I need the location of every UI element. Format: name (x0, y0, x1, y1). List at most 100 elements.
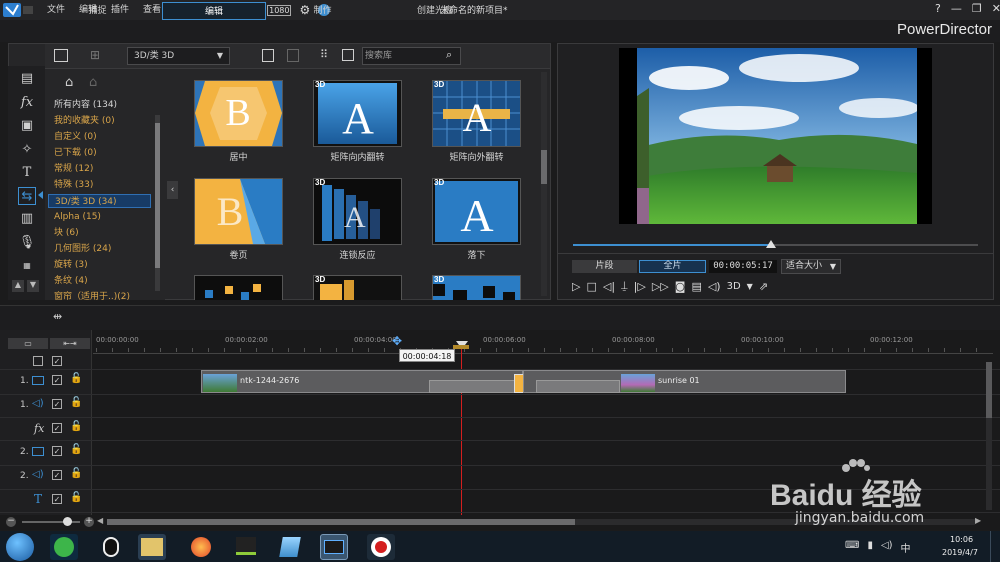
taskbar-app-notes-icon[interactable] (276, 534, 304, 560)
taskbar-app-firefox-icon[interactable] (187, 534, 215, 560)
storyboard-view-button[interactable]: ⇤⇥ (50, 338, 90, 349)
taskbar-app-browser-icon[interactable] (50, 534, 78, 560)
category-downloaded[interactable]: 已下载 (0) (54, 146, 97, 160)
transition-item[interactable]: A 3D 连锁反应 (313, 178, 402, 261)
tab-edit[interactable]: 编辑 (162, 2, 266, 20)
track-enable-checkbox[interactable]: ✓ (52, 423, 62, 433)
transition-item[interactable] (194, 275, 283, 300)
zoom-fit-select[interactable]: 适合大小 ▼ (781, 259, 841, 274)
snapshot-camera-icon[interactable]: ◙ (675, 280, 686, 293)
track-enable-checkbox[interactable]: ✓ (52, 375, 62, 385)
category-rotate[interactable]: 旋转 (3) (54, 258, 88, 272)
transition-item[interactable]: B 卷页 (194, 178, 283, 261)
tab-produce[interactable]: 制作 (290, 2, 355, 20)
category-stripes[interactable]: 条纹 (4) (54, 274, 88, 288)
tab-capture[interactable]: 捕捉 (60, 2, 135, 20)
taskbar-app-explorer-icon[interactable] (138, 534, 166, 560)
transition-item[interactable]: 3D (432, 275, 521, 300)
category-geometric[interactable]: 几何图形 (24) (54, 242, 111, 256)
track-enable-checkbox[interactable]: ✓ (52, 470, 62, 480)
help-button[interactable]: ? (935, 2, 941, 15)
video-clip[interactable]: sunrise 01 (523, 370, 846, 393)
next-frame-icon[interactable]: |▷ (634, 280, 646, 293)
category-3d[interactable]: 3D/类 3D (34) (48, 194, 151, 208)
keyboard-icon[interactable]: ⌨ (845, 540, 859, 555)
category-favorites[interactable]: 我的收藏夹 (0) (54, 114, 115, 128)
play-icon[interactable]: ▷ (572, 280, 580, 293)
transition-room-icon[interactable]: ⇆ (18, 187, 36, 205)
taskbar-app-media-icon[interactable] (232, 534, 260, 560)
network-icon[interactable]: ▮ (867, 540, 873, 555)
add-favorite-tag-icon[interactable]: ⌂ (65, 75, 73, 90)
track-enable-checkbox[interactable] (33, 356, 43, 366)
category-special[interactable]: 特殊 (33) (54, 178, 93, 192)
zoom-slider-thumb-icon[interactable] (63, 517, 72, 526)
category-all[interactable]: 所有内容 (134) (54, 98, 117, 112)
scrubber-thumb-icon[interactable] (766, 240, 776, 248)
voice-over-icon[interactable]: 🎙 (18, 234, 36, 252)
resolution-icon[interactable]: 1080 (267, 4, 292, 16)
particle-room-icon[interactable]: ✧ (18, 141, 36, 159)
minimize-button[interactable]: — (951, 2, 962, 15)
zoom-in-icon[interactable]: + (84, 517, 94, 527)
all-tracks-checkbox[interactable]: ✓ (52, 356, 62, 366)
undock-window-icon[interactable]: ⇗ (759, 280, 768, 293)
lock-icon[interactable]: 🔓 (70, 468, 82, 479)
track-enable-checkbox[interactable]: ✓ (52, 446, 62, 456)
expand-down-icon[interactable]: ▼ (27, 280, 39, 292)
track-enable-checkbox[interactable]: ✓ (52, 494, 62, 504)
timeline-view-button[interactable]: ▭ (8, 338, 48, 349)
title-room-icon[interactable]: T (18, 164, 36, 182)
subtitles-icon[interactable]: ▤ (691, 280, 701, 293)
transition-item[interactable]: A 3D 落下 (432, 178, 521, 261)
category-custom[interactable]: 自定义 (0) (54, 130, 97, 144)
start-button[interactable] (6, 533, 34, 561)
chevron-down-icon[interactable]: ▼ (747, 282, 753, 291)
transition-item[interactable]: 3D (313, 275, 402, 300)
category-select[interactable]: 3D/类 3D ▼ (127, 47, 230, 65)
category-curtain[interactable]: 窗帘（适用于..)(2) (54, 290, 130, 304)
track-enable-checkbox[interactable]: ✓ (52, 399, 62, 409)
preview-3d-toggle[interactable]: 3D (727, 281, 741, 292)
fx-room-icon[interactable]: fx (18, 94, 36, 112)
remove-tag-icon[interactable]: ⌂ (89, 75, 97, 90)
zoom-out-icon[interactable]: − (6, 517, 16, 527)
transition-grid-scrollbar[interactable] (541, 72, 547, 296)
scroll-right-icon[interactable]: ▶ (975, 516, 981, 525)
transition-item[interactable]: B 居中 (194, 80, 283, 163)
pip-room-icon[interactable]: ▣ (18, 117, 36, 135)
audio-mix-icon[interactable]: ▥ (18, 210, 36, 228)
thumbnail-size-icon[interactable] (342, 49, 354, 61)
lock-icon[interactable]: 🔓 (70, 421, 82, 432)
download-icon[interactable] (287, 49, 299, 62)
video-clip[interactable]: ntk-1244-2676 (201, 370, 523, 393)
media-room-icon[interactable]: ▤ (18, 70, 36, 88)
timeline-vertical-scrollbar[interactable] (986, 362, 992, 510)
chapter-room-icon[interactable]: ▦ (18, 257, 36, 275)
split-icon[interactable]: ⍊ (621, 279, 628, 293)
taskbar-app-recorder-icon[interactable] (367, 534, 395, 560)
fast-forward-icon[interactable]: ▷▷ (652, 280, 669, 293)
volume-tray-icon[interactable]: ◁) (881, 540, 893, 555)
transition-item[interactable]: A 3D 矩阵向外翻转 (432, 80, 521, 163)
stop-icon[interactable]: □ (586, 280, 596, 293)
previous-frame-icon[interactable]: ◁| (603, 280, 615, 293)
grid-view-icon[interactable]: ⠿ (320, 48, 328, 61)
category-block[interactable]: 块 (6) (54, 226, 79, 240)
lock-icon[interactable]: 🔓 (70, 373, 82, 384)
scroll-left-icon[interactable]: ◀ (97, 516, 103, 525)
search-icon[interactable]: ⌕ (446, 48, 452, 62)
show-desktop-button[interactable] (990, 531, 1000, 562)
fit-timeline-icon[interactable]: ⇹ (53, 310, 62, 323)
taskbar-app-qq-icon[interactable] (97, 534, 125, 560)
tab-create-disc[interactable]: 创建光盘 (395, 2, 475, 20)
category-general[interactable]: 常规 (12) (54, 162, 93, 176)
add-to-favorites-icon[interactable] (262, 49, 274, 62)
plugins-icon[interactable]: ⊞ (90, 48, 100, 62)
collapse-up-icon[interactable]: ▲ (12, 280, 24, 292)
lock-icon[interactable]: 🔓 (70, 444, 82, 455)
lock-icon[interactable]: 🔓 (70, 492, 82, 503)
import-media-icon[interactable] (54, 49, 68, 62)
restore-button[interactable]: ❐ (972, 2, 982, 15)
category-alpha[interactable]: Alpha (15) (54, 210, 101, 224)
